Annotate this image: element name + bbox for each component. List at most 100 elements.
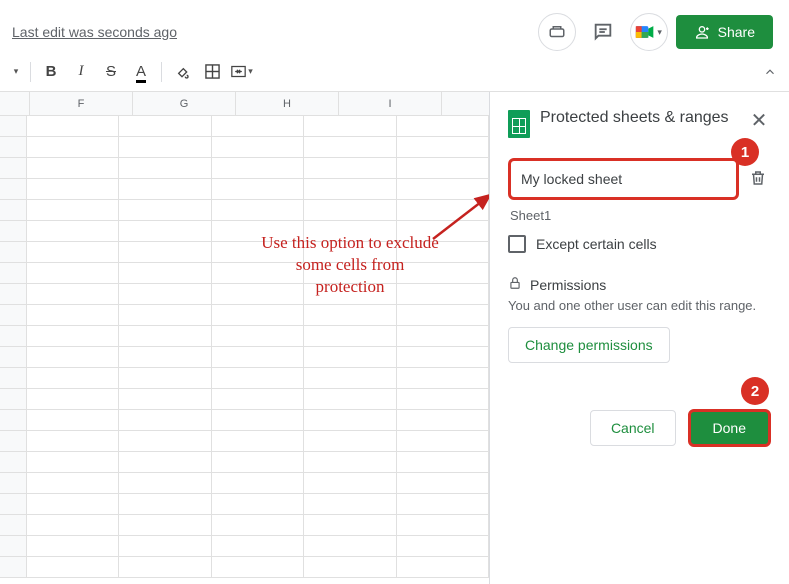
cell[interactable] xyxy=(304,494,396,515)
cell[interactable] xyxy=(212,557,304,578)
cell[interactable] xyxy=(119,137,211,158)
cell[interactable] xyxy=(27,179,119,200)
cell[interactable] xyxy=(397,200,489,221)
cell[interactable] xyxy=(397,389,489,410)
cell[interactable] xyxy=(27,431,119,452)
cell[interactable] xyxy=(212,179,304,200)
except-cells-checkbox[interactable] xyxy=(508,235,526,253)
cell[interactable] xyxy=(212,410,304,431)
merge-cells-button[interactable] xyxy=(228,59,256,85)
row-number[interactable] xyxy=(0,158,27,179)
row-number[interactable] xyxy=(0,200,27,221)
font-dropdown[interactable] xyxy=(6,59,24,85)
cell[interactable] xyxy=(304,473,396,494)
row-number[interactable] xyxy=(0,179,27,200)
cell[interactable] xyxy=(119,410,211,431)
comments-icon[interactable] xyxy=(584,13,622,51)
cell[interactable] xyxy=(119,473,211,494)
cell[interactable] xyxy=(304,305,396,326)
cell[interactable] xyxy=(212,431,304,452)
cell[interactable] xyxy=(397,473,489,494)
cell[interactable] xyxy=(212,305,304,326)
collapse-toolbar-button[interactable] xyxy=(757,59,783,85)
cell[interactable] xyxy=(397,494,489,515)
cell[interactable] xyxy=(119,326,211,347)
text-color-button[interactable]: A xyxy=(127,59,155,85)
cell[interactable] xyxy=(397,347,489,368)
cell[interactable] xyxy=(212,158,304,179)
cell[interactable] xyxy=(397,431,489,452)
row-number[interactable] xyxy=(0,452,27,473)
cell[interactable] xyxy=(212,515,304,536)
row-number[interactable] xyxy=(0,515,27,536)
cell[interactable] xyxy=(27,473,119,494)
cell[interactable] xyxy=(119,221,211,242)
cell[interactable] xyxy=(27,368,119,389)
cell[interactable] xyxy=(119,305,211,326)
cell[interactable] xyxy=(397,536,489,557)
row-number[interactable] xyxy=(0,389,27,410)
meet-icon[interactable]: ▾ xyxy=(630,13,668,51)
row-number[interactable] xyxy=(0,221,27,242)
cell[interactable] xyxy=(304,116,396,137)
row-number[interactable] xyxy=(0,536,27,557)
cell[interactable] xyxy=(304,536,396,557)
cell[interactable] xyxy=(27,242,119,263)
cell[interactable] xyxy=(27,389,119,410)
cell[interactable] xyxy=(119,242,211,263)
cell[interactable] xyxy=(212,116,304,137)
cancel-button[interactable]: Cancel xyxy=(590,410,676,446)
cell[interactable] xyxy=(119,431,211,452)
select-all-cell[interactable] xyxy=(0,92,30,115)
cell[interactable] xyxy=(212,389,304,410)
cell[interactable] xyxy=(397,137,489,158)
cell[interactable] xyxy=(119,116,211,137)
row-number[interactable] xyxy=(0,242,27,263)
cell[interactable] xyxy=(397,557,489,578)
fill-color-button[interactable] xyxy=(168,59,196,85)
strikethrough-button[interactable]: S xyxy=(97,59,125,85)
cell[interactable] xyxy=(304,347,396,368)
row-number[interactable] xyxy=(0,368,27,389)
cell[interactable] xyxy=(212,473,304,494)
cell[interactable] xyxy=(119,368,211,389)
cell[interactable] xyxy=(304,410,396,431)
cell[interactable] xyxy=(119,158,211,179)
cell[interactable] xyxy=(304,431,396,452)
row-number[interactable] xyxy=(0,305,27,326)
cell[interactable] xyxy=(212,368,304,389)
cell[interactable] xyxy=(397,515,489,536)
cell[interactable] xyxy=(27,116,119,137)
italic-button[interactable]: I xyxy=(67,59,95,85)
spreadsheet-grid[interactable]: F G H I Use this option to exclude some … xyxy=(0,92,489,584)
description-input[interactable] xyxy=(508,158,739,200)
cell[interactable] xyxy=(304,389,396,410)
cell[interactable] xyxy=(304,368,396,389)
row-number[interactable] xyxy=(0,410,27,431)
borders-button[interactable] xyxy=(198,59,226,85)
cell[interactable] xyxy=(397,179,489,200)
row-number[interactable] xyxy=(0,326,27,347)
column-header[interactable]: F xyxy=(30,92,133,115)
meet-history-icon[interactable] xyxy=(538,13,576,51)
cell[interactable] xyxy=(27,494,119,515)
cell[interactable] xyxy=(119,557,211,578)
cell[interactable] xyxy=(304,200,396,221)
cell[interactable] xyxy=(119,536,211,557)
row-number[interactable] xyxy=(0,473,27,494)
cell[interactable] xyxy=(27,557,119,578)
cell[interactable] xyxy=(304,137,396,158)
cell[interactable] xyxy=(119,347,211,368)
row-number[interactable] xyxy=(0,347,27,368)
cell[interactable] xyxy=(397,410,489,431)
cell[interactable] xyxy=(119,452,211,473)
cell[interactable] xyxy=(27,284,119,305)
row-number[interactable] xyxy=(0,431,27,452)
cell[interactable] xyxy=(397,158,489,179)
delete-icon[interactable] xyxy=(745,164,771,195)
row-number[interactable] xyxy=(0,557,27,578)
row-number[interactable] xyxy=(0,494,27,515)
cell[interactable] xyxy=(119,200,211,221)
cell[interactable] xyxy=(304,158,396,179)
cell[interactable] xyxy=(27,326,119,347)
